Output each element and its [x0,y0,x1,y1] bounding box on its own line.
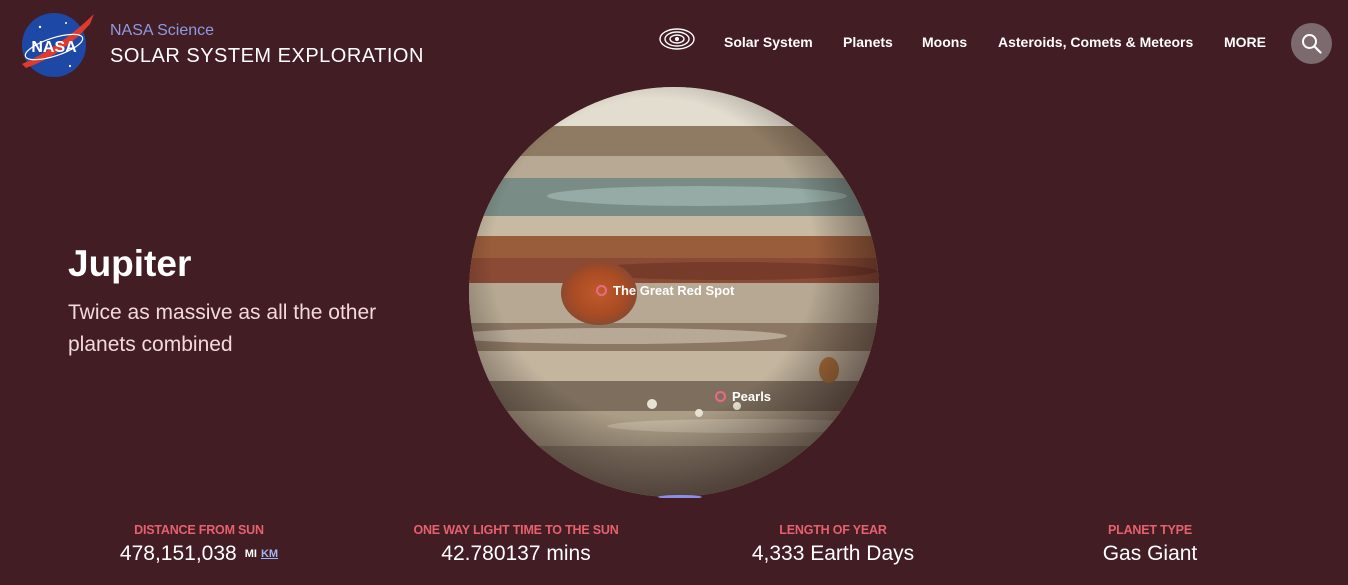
hotspot-ring-icon [715,391,726,402]
jupiter-globe[interactable]: The Great Red Spot Pearls [467,86,881,499]
hotspot-great-red-spot[interactable]: The Great Red Spot [596,283,734,298]
nav-asteroids-comets-meteors[interactable]: Asteroids, Comets & Meteors [998,34,1193,50]
search-button[interactable] [1291,23,1332,64]
stat-light-time: ONE WAY LIGHT TIME TO THE SUN 42.780137 … [396,523,636,566]
stat-value: 42.780137 mins [441,542,591,565]
stat-label: PLANET TYPE [1108,523,1192,537]
planet-tagline: Twice as massive as all the other planet… [68,301,377,356]
nav-moons[interactable]: Moons [922,34,967,50]
stat-distance-from-sun: DISTANCE FROM SUN 478,151,038 MI KM [99,523,299,566]
hotspot-ring-icon [596,285,607,296]
stat-planet-type: PLANET TYPE Gas Giant [1050,523,1250,566]
hotspot-label: The Great Red Spot [613,283,735,298]
hotspot-label: Pearls [732,389,772,404]
unit-mi-toggle[interactable]: MI [245,548,257,560]
distance-value: 478,151,038 [119,542,237,565]
unit-km-toggle[interactable]: KM [261,548,278,560]
nav-solar-system[interactable]: Solar System [724,34,813,50]
nav-more[interactable]: MORE [1224,34,1266,50]
stat-value: 478,151,038 MI KM [99,542,299,566]
nav-planets[interactable]: Planets [843,34,893,50]
search-icon [1302,34,1322,54]
hotspot-pearls[interactable]: Pearls [715,389,771,404]
stat-length-of-year: LENGTH OF YEAR 4,333 Earth Days [713,523,953,566]
stat-value: Gas Giant [1102,542,1198,565]
stat-value: 4,333 Earth Days [751,542,915,565]
site-header: NASA NASA Science SOLAR SYSTEM EXPLORATI… [0,0,1348,90]
stat-label: ONE WAY LIGHT TIME TO THE SUN [413,523,619,537]
page-title: Jupiter [68,243,192,284]
stat-label: LENGTH OF YEAR [779,523,887,537]
main-nav: Solar System Planets Moons Asteroids, Co… [0,34,1348,54]
stat-label: DISTANCE FROM SUN [134,523,264,537]
